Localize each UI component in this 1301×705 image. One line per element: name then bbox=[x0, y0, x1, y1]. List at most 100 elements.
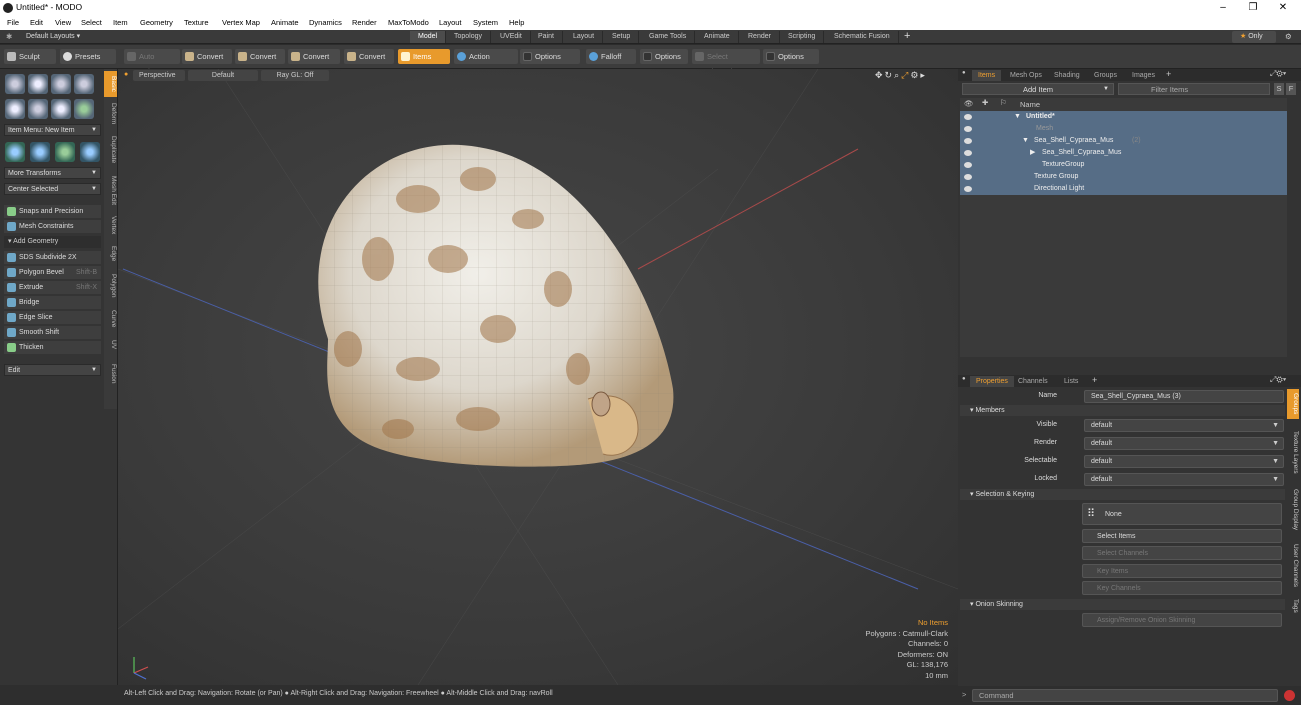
scale-tool-icon[interactable] bbox=[30, 142, 50, 162]
vtab-curve[interactable]: Curve bbox=[104, 305, 117, 333]
search-toggle-s[interactable]: S bbox=[1274, 83, 1284, 95]
vtab-edge[interactable]: Edge bbox=[104, 241, 117, 267]
vtab-groups[interactable]: Groups bbox=[1287, 389, 1299, 419]
tab-schematic-fusion[interactable]: Schematic Fusion bbox=[826, 31, 899, 43]
sculpt-button[interactable]: Sculpt bbox=[4, 49, 56, 64]
viewport-nav-icons[interactable]: ✥↻⌕⤢⚙▸ bbox=[875, 70, 927, 81]
menu-view[interactable]: View bbox=[55, 18, 71, 27]
minimize-icon[interactable]: – bbox=[1208, 0, 1238, 16]
name-field[interactable]: Sea_Shell_Cypraea_Mus (3) bbox=[1084, 390, 1284, 403]
select-through-button[interactable]: Select Through bbox=[692, 49, 760, 76]
vtab-vertex[interactable]: Vertex bbox=[104, 211, 117, 239]
tab-model[interactable]: Model bbox=[410, 31, 447, 43]
menu-system[interactable]: System bbox=[473, 18, 498, 27]
vtab-uv[interactable]: UV bbox=[104, 335, 117, 355]
tab-channels[interactable]: Channels bbox=[1012, 376, 1054, 387]
render-dropdown[interactable]: default ▼ bbox=[1084, 437, 1284, 450]
vtab-mesh-edit[interactable]: Mesh Edit bbox=[104, 171, 117, 209]
edit-dropdown[interactable]: Edit ▼ bbox=[4, 364, 101, 376]
onion-skinning-section[interactable]: ▾ Onion Skinning bbox=[960, 599, 1285, 610]
tree-row-texturegroup[interactable]: TextureGroup bbox=[960, 159, 1287, 171]
text-primitive-icon[interactable] bbox=[74, 99, 94, 119]
expand-icon[interactable]: ⤢⚙▾ bbox=[1270, 69, 1286, 79]
expand-icon[interactable]: ⤢⚙▾ bbox=[1270, 375, 1286, 385]
options-button-3[interactable]: Options bbox=[763, 49, 819, 64]
visibility-eye-icon[interactable] bbox=[964, 150, 972, 156]
expand-arrow-icon[interactable]: ▶ bbox=[1030, 147, 1035, 159]
extrude-button[interactable]: Extrude Shift-X bbox=[4, 281, 101, 294]
tree-row-sea-shell-group[interactable]: ▼ Sea_Shell_Cypraea_Mus (2) bbox=[960, 135, 1287, 147]
search-toggle-f[interactable]: F bbox=[1286, 83, 1296, 95]
visibility-eye-icon[interactable] bbox=[964, 162, 972, 168]
vtab-group-display[interactable]: Group Display bbox=[1287, 483, 1299, 537]
close-icon[interactable]: ✕ bbox=[1268, 0, 1298, 16]
3d-viewport[interactable]: ● Perspective Default Ray GL: Off ✥↻⌕⤢⚙▸… bbox=[118, 69, 958, 685]
members-section[interactable]: ▾ Members bbox=[960, 405, 1285, 416]
tab-mesh-ops[interactable]: Mesh Ops bbox=[1004, 70, 1048, 81]
tree-row-mesh[interactable]: Mesh bbox=[960, 123, 1287, 135]
polygon-bevel-button[interactable]: Polygon Bevel Shift-B bbox=[4, 266, 101, 279]
cone-primitive-icon[interactable] bbox=[74, 74, 94, 94]
rotate-tool-icon[interactable] bbox=[55, 142, 75, 162]
menu-geometry[interactable]: Geometry bbox=[140, 18, 173, 27]
viewport-menu-icon[interactable]: ● bbox=[124, 71, 128, 78]
smooth-shift-button[interactable]: Smooth Shift bbox=[4, 326, 101, 339]
pin-icon[interactable]: ✱ bbox=[6, 32, 12, 41]
tab-items[interactable]: Items bbox=[972, 70, 1002, 81]
vtab-tags[interactable]: Tags bbox=[1287, 595, 1299, 617]
sds-subdivide-button[interactable]: SDS Subdivide 2X bbox=[4, 251, 101, 264]
tree-row-sea-shell-mesh[interactable]: ▶ Sea_Shell_Cypraea_Mus bbox=[960, 147, 1287, 159]
tab-uvedit[interactable]: UVEdit bbox=[492, 31, 531, 43]
more-transforms-dropdown[interactable]: More Transforms ▼ bbox=[4, 167, 101, 179]
tree-row-directional-light[interactable]: Directional Light bbox=[960, 183, 1287, 195]
default-layouts-dropdown[interactable]: Default Layouts ▾ bbox=[26, 32, 80, 40]
capsule-primitive-icon[interactable] bbox=[28, 99, 48, 119]
visible-dropdown[interactable]: default ▼ bbox=[1084, 419, 1284, 432]
visibility-eye-icon[interactable] bbox=[964, 126, 972, 132]
menu-vertex-map[interactable]: Vertex Map bbox=[222, 18, 260, 27]
menu-render[interactable]: Render bbox=[352, 18, 377, 27]
tab-render[interactable]: Render bbox=[740, 31, 780, 43]
tab-animate[interactable]: Animate bbox=[696, 31, 739, 43]
action-center-button[interactable]: Action Center bbox=[454, 49, 518, 76]
tab-setup[interactable]: Setup bbox=[604, 31, 640, 43]
items-mode-button[interactable]: Items bbox=[398, 49, 450, 64]
tab-images[interactable]: Images bbox=[1126, 70, 1161, 81]
add-tab-icon[interactable]: + bbox=[904, 30, 910, 42]
gear-icon[interactable]: ⚙ bbox=[1285, 32, 1292, 41]
menu-select[interactable]: Select bbox=[81, 18, 102, 27]
vtab-deform[interactable]: Deform bbox=[104, 99, 117, 129]
add-item-dropdown[interactable]: Add Item ▼ bbox=[962, 83, 1114, 95]
auto-select-button[interactable]: Auto Select bbox=[124, 49, 180, 76]
selectable-dropdown[interactable]: default ▼ bbox=[1084, 455, 1284, 468]
menu-dynamics[interactable]: Dynamics bbox=[309, 18, 342, 27]
tab-properties[interactable]: Properties bbox=[970, 376, 1014, 387]
menu-file[interactable]: File bbox=[7, 18, 19, 27]
menu-maxtomodo[interactable]: MaxToModo bbox=[388, 18, 429, 27]
panel-menu-icon[interactable]: ● bbox=[962, 70, 966, 76]
menu-help[interactable]: Help bbox=[509, 18, 524, 27]
tab-groups[interactable]: Groups bbox=[1088, 70, 1123, 81]
tab-paint[interactable]: Paint bbox=[530, 31, 563, 43]
vtab-fusion[interactable]: Fusion bbox=[104, 357, 117, 391]
add-geometry-header[interactable]: ▾ Add Geometry bbox=[4, 236, 101, 248]
visibility-eye-icon[interactable] bbox=[964, 138, 972, 144]
key-channels-button[interactable]: Key Channels bbox=[1082, 581, 1282, 595]
select-items-button[interactable]: Select Items bbox=[1082, 529, 1282, 543]
visibility-eye-icon[interactable] bbox=[964, 114, 972, 120]
menu-edit[interactable]: Edit bbox=[30, 18, 43, 27]
sphere-primitive-icon[interactable] bbox=[28, 74, 48, 94]
convert-button-2[interactable]: Convert bbox=[235, 49, 285, 64]
command-input[interactable]: Command bbox=[972, 689, 1278, 702]
options-button-1[interactable]: Options bbox=[520, 49, 580, 64]
options-button-2[interactable]: Options bbox=[640, 49, 688, 64]
name-column-header[interactable]: Name bbox=[1020, 100, 1040, 109]
center-selected-dropdown[interactable]: Center Selected ▼ bbox=[4, 183, 101, 195]
select-channels-button[interactable]: Select Channels bbox=[1082, 546, 1282, 560]
visibility-eye-icon[interactable] bbox=[964, 174, 972, 180]
restore-icon[interactable]: ❐ bbox=[1238, 0, 1268, 16]
vtab-basic[interactable]: Basic bbox=[104, 71, 117, 97]
convert-button-1[interactable]: Convert bbox=[182, 49, 232, 64]
tab-layout[interactable]: Layout bbox=[565, 31, 604, 43]
thicken-button[interactable]: Thicken bbox=[4, 341, 101, 354]
